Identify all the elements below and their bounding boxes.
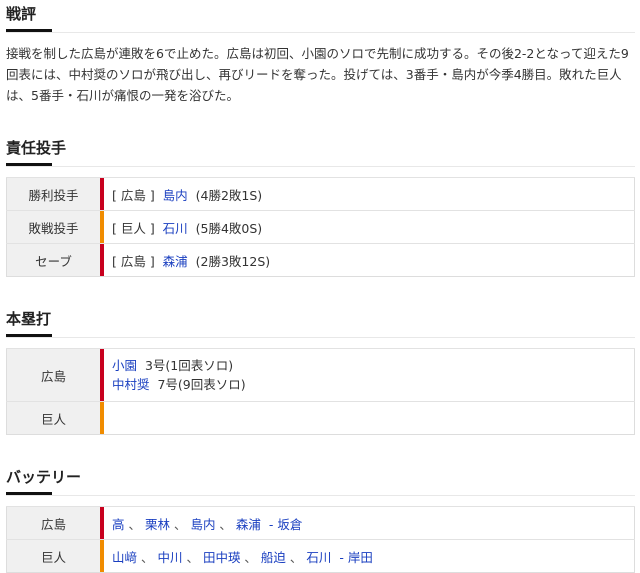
table-row: 巨人 [6, 401, 635, 435]
table-row: 敗戦投手[ 巨人 ] 石川 (5勝4敗0S) [6, 210, 635, 244]
table-row: 勝利投手[ 広島 ] 島内 (4勝2敗1S) [6, 177, 635, 211]
player-link[interactable]: 島内 [163, 188, 188, 203]
pitcher-cell: [ 広島 ] 島内 (4勝2敗1S) [104, 177, 635, 211]
battery-table: 広島高 、 栗林 、 島内 、 森浦 - 坂倉 巨人 山﨑 、 中川 、 田中瑛 、… [6, 506, 635, 573]
team-label: 巨人 [6, 539, 100, 573]
pitcher-role: 敗戦投手 [6, 210, 100, 244]
player-link[interactable]: 栗林 [145, 517, 170, 532]
player-link[interactable]: 中村奨 [112, 377, 150, 392]
pitcher-role: セーブ [6, 243, 100, 277]
player-link[interactable]: 石川 [163, 221, 188, 236]
heading-rule [6, 29, 635, 33]
review-heading: 戦評 [6, 5, 37, 23]
homerun-list: 小園 3号(1回表ソロ) 中村奨 7号(9回表ソロ) [104, 348, 635, 402]
player-link[interactable]: 船迫 [261, 550, 286, 565]
battery-cell: 高 、 栗林 、 島内 、 森浦 - 坂倉 [104, 506, 635, 540]
table-row: 広島 小園 3号(1回表ソロ) 中村奨 7号(9回表ソロ) [6, 348, 635, 402]
team-label: 広島 [6, 506, 100, 540]
table-row: 広島高 、 栗林 、 島内 、 森浦 - 坂倉 [6, 506, 635, 540]
team-label: 広島 [6, 348, 100, 402]
heading-rule [6, 492, 635, 496]
player-link[interactable]: 高 [112, 517, 125, 532]
heading-rule [6, 334, 635, 338]
homerun-detail: 7号(9回表ソロ) [157, 377, 246, 392]
homeruns-heading: 本塁打 [6, 310, 52, 328]
player-link[interactable]: 山﨑 [112, 550, 137, 565]
pitcher-record: (4勝2敗1S) [195, 187, 263, 203]
player-link[interactable]: 石川 [306, 550, 331, 565]
homerun-list [104, 401, 635, 435]
player-link[interactable]: 森浦 [163, 254, 188, 269]
player-link[interactable]: 坂倉 [277, 517, 302, 532]
pitchers-table: 勝利投手[ 広島 ] 島内 (4勝2敗1S) 敗戦投手[ 巨人 ] 石川 (5勝4… [6, 177, 635, 277]
pitcher-record: (5勝4敗0S) [195, 220, 263, 236]
team-name: [ 広島 ] [112, 253, 155, 269]
team-name: [ 巨人 ] [112, 220, 155, 236]
pitcher-role: 勝利投手 [6, 177, 100, 211]
team-name: [ 広島 ] [112, 187, 155, 203]
heading-rule [6, 163, 635, 167]
table-row: 巨人 山﨑 、 中川 、 田中瑛 、 船迫 、 石川 - 岸田 [6, 539, 635, 573]
battery-cell: 山﨑 、 中川 、 田中瑛 、 船迫 、 石川 - 岸田 [104, 539, 635, 573]
homeruns-table: 広島 小園 3号(1回表ソロ) 中村奨 7号(9回表ソロ) 巨人 [6, 348, 635, 435]
pitcher-record: (2勝3敗12S) [195, 253, 271, 269]
player-link[interactable]: 小園 [112, 358, 137, 373]
table-row: セーブ[ 広島 ] 森浦 (2勝3敗12S) [6, 243, 635, 277]
player-link[interactable]: 岸田 [348, 550, 373, 565]
team-label: 巨人 [6, 401, 100, 435]
pitcher-cell: [ 巨人 ] 石川 (5勝4敗0S) [104, 210, 635, 244]
player-link[interactable]: 森浦 [236, 517, 261, 532]
homerun-detail: 3号(1回表ソロ) [144, 358, 234, 373]
pitchers-heading: 責任投手 [6, 139, 67, 157]
player-link[interactable]: 島内 [190, 517, 215, 532]
player-link[interactable]: 田中瑛 [203, 550, 241, 565]
review-text: 接戦を制した広島が連敗を6で止めた。広島は初回、小園のソロで先制に成功する。その… [6, 46, 629, 103]
pitcher-cell: [ 広島 ] 森浦 (2勝3敗12S) [104, 243, 635, 277]
battery-heading: バッテリー [6, 468, 82, 486]
player-link[interactable]: 中川 [157, 550, 182, 565]
